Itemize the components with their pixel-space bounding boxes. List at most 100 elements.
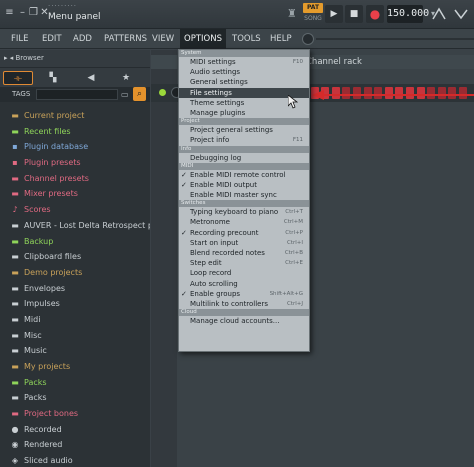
menu-section-header: Info xyxy=(179,145,309,153)
menu-item[interactable]: ✓ Enable MIDI remote control xyxy=(179,170,309,180)
browser-item[interactable]: ▬ Recent files xyxy=(0,124,150,140)
menu-item[interactable]: Manage cloud accounts... xyxy=(179,316,309,326)
browser-item-label: Scores xyxy=(24,205,51,215)
menu-item[interactable]: Auto scrolling xyxy=(179,279,309,289)
menu-item[interactable]: Enable MIDI master sync xyxy=(179,190,309,200)
browser-item[interactable]: ▬ Demo projects xyxy=(0,265,150,281)
pat-song-toggle[interactable]: PAT SONG xyxy=(303,3,323,25)
menu-item[interactable]: Loop record xyxy=(179,268,309,278)
menu-item-label: Enable MIDI master sync xyxy=(190,191,277,200)
menu-item[interactable]: Typing keyboard to piano Ctrl+T xyxy=(179,207,309,217)
tab-projects-icon[interactable]: ▚ xyxy=(38,71,68,85)
arrow-right-icon[interactable]: ▸ xyxy=(4,54,8,62)
menu-item-shortcut: Ctrl+T xyxy=(285,209,303,216)
menu-item[interactable]: Manage plugins xyxy=(179,108,309,118)
menu-item[interactable]: Multilink to controllers Ctrl+J xyxy=(179,299,309,309)
browser-item[interactable]: ▬ Project bones xyxy=(0,406,150,422)
browser-item[interactable]: ▪ Plugin presets xyxy=(0,155,150,171)
browser-item[interactable]: ◈ Sliced audio xyxy=(0,453,150,467)
search-icon[interactable]: ⌕ xyxy=(133,87,146,101)
menu-item[interactable]: Metronome Ctrl+M xyxy=(179,217,309,227)
browser-item[interactable]: ▬ Midi xyxy=(0,312,150,328)
song-label[interactable]: SONG xyxy=(303,14,323,24)
play-button[interactable]: ▶ xyxy=(325,5,343,23)
menu-file[interactable]: FILE xyxy=(7,29,33,49)
menu-item[interactable]: Start on input Ctrl+I xyxy=(179,238,309,248)
browser-item[interactable]: ▬ Backup xyxy=(0,234,150,250)
menu-help[interactable]: HELP xyxy=(266,29,296,49)
browser-item[interactable]: ▬ Envelopes xyxy=(0,281,150,297)
menu-item-shortcut: Ctrl+M xyxy=(283,219,303,226)
menu-item[interactable]: Blend recorded notes Ctrl+B xyxy=(179,248,309,258)
pin-icon[interactable]: ◂ xyxy=(10,54,14,62)
menu-item[interactable]: Audio settings xyxy=(179,67,309,77)
render-icon: ◉ xyxy=(11,440,19,450)
pat-label[interactable]: PAT xyxy=(303,3,323,13)
browser-item[interactable]: ▬ Impulses xyxy=(0,296,150,312)
menu-tools[interactable]: TOOLS xyxy=(228,29,265,49)
folder-icon: ▬ xyxy=(11,283,19,293)
menu-add[interactable]: ADD xyxy=(69,29,96,49)
browser-item[interactable]: ▬ AUVER - Lost Delta Retrospect proj xyxy=(0,218,150,234)
folder-icon: ▬ xyxy=(11,314,19,324)
fl-fruit-icon: ♜ xyxy=(287,7,297,20)
tab-starred-icon[interactable]: ★ xyxy=(111,71,141,85)
menu-item[interactable]: ✓ Enable MIDI output xyxy=(179,180,309,190)
browser-item[interactable]: ▬ Misc xyxy=(0,328,150,344)
tab-all-icon[interactable]: ⟛ xyxy=(3,71,33,85)
menu-icon[interactable]: ≡ xyxy=(4,7,15,18)
menu-item[interactable]: Project info F11 xyxy=(179,135,309,145)
slice-icon: ◈ xyxy=(11,456,19,466)
browser-item[interactable]: ▬ My projects xyxy=(0,359,150,375)
stop-button[interactable]: ■ xyxy=(345,5,363,23)
menu-item-label: MIDI settings xyxy=(190,58,236,66)
browser-item[interactable]: ▬ Packs xyxy=(0,390,150,406)
menu-item[interactable]: General settings xyxy=(179,77,309,87)
browser-item-label: Packs xyxy=(24,377,47,387)
browser-item[interactable]: ▬ Current project xyxy=(0,108,150,124)
menu-item-label: Multilink to controllers xyxy=(190,299,269,308)
folder-icon: ▬ xyxy=(11,346,19,356)
menu-view[interactable]: VIEW xyxy=(148,29,178,49)
tempo-display[interactable]: 150.000 xyxy=(387,5,429,23)
menu-edit[interactable]: EDIT xyxy=(38,29,66,49)
record-button[interactable]: ● xyxy=(366,5,384,23)
checkmark-icon: ✓ xyxy=(181,228,187,237)
open-folder-icon[interactable]: ▭ xyxy=(121,87,129,102)
browser-item-label: Recent files xyxy=(24,126,71,136)
menu-item[interactable]: MIDI settings F10 xyxy=(179,57,309,67)
browser-item-label: Misc xyxy=(24,330,42,340)
window-title: Menu panel xyxy=(48,12,101,22)
browser-item[interactable]: ▬ Music xyxy=(0,343,150,359)
channel-mute-led[interactable] xyxy=(159,89,166,96)
browser-item[interactable]: ▪ Plugin database xyxy=(0,139,150,155)
browser-item[interactable]: ▬ Packs xyxy=(0,375,150,391)
browser-item[interactable]: ♪ Scores xyxy=(0,202,150,218)
countdown-icon[interactable] xyxy=(452,5,470,23)
tags-input[interactable] xyxy=(36,89,118,100)
menu-item-label: Recording precount xyxy=(190,228,259,237)
restore-button[interactable]: ❐ xyxy=(28,7,39,18)
menu-item[interactable]: Debugging log xyxy=(179,153,309,163)
main-volume-knob[interactable] xyxy=(302,33,314,45)
folder-icon: ▬ xyxy=(11,126,19,136)
browser-item[interactable]: ▬ Clipboard files xyxy=(0,249,150,265)
browser-item[interactable]: ▬ Channel presets xyxy=(0,171,150,187)
menu-item[interactable]: Step edit Ctrl+E xyxy=(179,258,309,268)
tab-audio-icon[interactable]: ◀ xyxy=(76,71,106,85)
browser-item[interactable]: ▬ Mixer presets xyxy=(0,186,150,202)
folder-icon: ▬ xyxy=(11,111,19,120)
menu-item[interactable]: ✓ Enable groups Shift+Alt+G xyxy=(179,289,309,299)
browser-item[interactable]: ◉ Rendered xyxy=(0,437,150,453)
tags-row: TAGS ▭ ⌕ xyxy=(0,87,150,102)
menu-options[interactable]: OPTIONS xyxy=(180,29,226,49)
metronome-icon[interactable] xyxy=(430,5,448,23)
browser-item[interactable]: ● Recorded xyxy=(0,422,150,438)
menu-item-shortcut: Ctrl+I xyxy=(286,239,303,246)
browser-item-label: Clipboard files xyxy=(24,252,82,262)
minimize-button[interactable]: – xyxy=(17,7,28,18)
menu-item[interactable]: Project general settings xyxy=(179,125,309,135)
checkmark-icon: ✓ xyxy=(181,180,187,189)
menu-item[interactable]: ✓ Recording precount Ctrl+P xyxy=(179,228,309,238)
menu-patterns[interactable]: PATTERNS xyxy=(100,29,151,49)
